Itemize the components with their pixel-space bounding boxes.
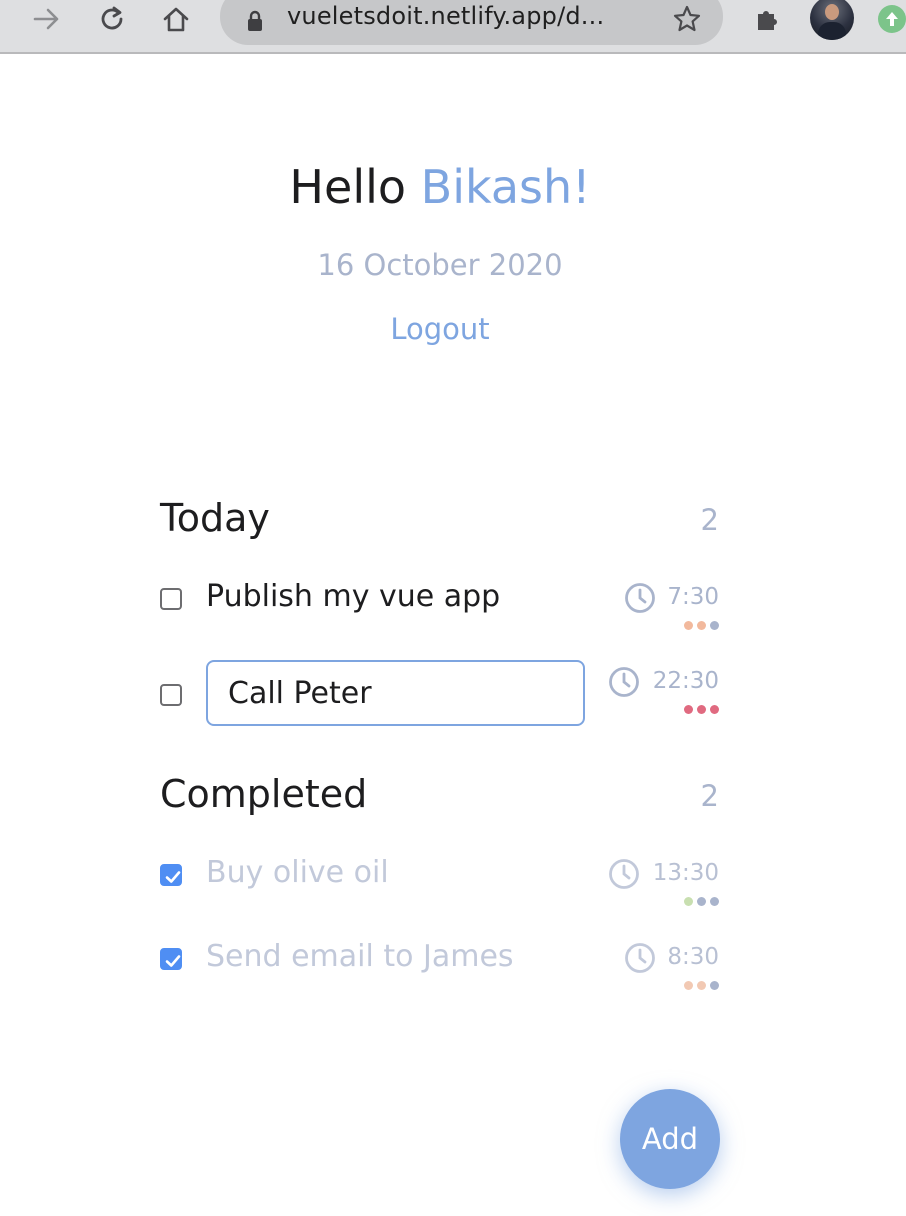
priority-dots-email [684, 981, 719, 990]
completed-task-count: 2 [700, 779, 719, 813]
task-text-olive[interactable]: Buy olive oil [206, 855, 389, 890]
url-text[interactable]: vueletsdoit.netlify.app/d... [287, 2, 604, 30]
add-task-button[interactable]: Add [620, 1089, 720, 1189]
browser-toolbar: vueletsdoit.netlify.app/d... [0, 0, 906, 54]
update-arrow-icon[interactable] [878, 5, 906, 33]
lock-icon [246, 10, 264, 36]
profile-avatar[interactable] [810, 0, 854, 40]
task-checkbox-publish[interactable] [160, 588, 182, 610]
clock-icon [625, 583, 655, 613]
priority-dot [710, 621, 719, 630]
task-checkbox-olive[interactable] [160, 864, 182, 886]
greeting-prefix: Hello [289, 160, 407, 214]
bookmark-star-icon[interactable] [672, 4, 702, 38]
task-checkbox-call[interactable] [160, 684, 182, 706]
priority-dot [710, 897, 719, 906]
priority-dots-call [684, 705, 719, 714]
priority-dot [684, 981, 693, 990]
logout-link[interactable]: Logout [0, 312, 880, 346]
address-bar[interactable]: vueletsdoit.netlify.app/d... [220, 0, 723, 45]
priority-dots-publish [684, 621, 719, 630]
reload-icon[interactable] [95, 2, 129, 36]
task-time-call: 22:30 [652, 668, 719, 694]
priority-dot [710, 705, 719, 714]
task-edit-input-call[interactable] [206, 660, 585, 726]
extensions-puzzle-icon[interactable] [751, 2, 785, 36]
priority-dot [697, 981, 706, 990]
priority-dot [697, 705, 706, 714]
completed-section-title: Completed [160, 772, 368, 816]
user-name: Bikash! [420, 160, 591, 214]
task-text-email[interactable]: Send email to James [206, 939, 514, 974]
priority-dot [684, 621, 693, 630]
task-text-publish[interactable]: Publish my vue app [206, 579, 500, 614]
task-time-olive: 13:30 [652, 860, 719, 886]
task-checkbox-email[interactable] [160, 948, 182, 970]
clock-icon [609, 667, 639, 697]
home-icon[interactable] [159, 2, 193, 36]
clock-icon [609, 859, 639, 889]
greeting-heading: Hello Bikash! [0, 160, 880, 214]
priority-dot [697, 897, 706, 906]
today-task-count: 2 [700, 503, 719, 537]
task-time-email: 8:30 [667, 944, 719, 970]
priority-dot [684, 705, 693, 714]
priority-dot [684, 897, 693, 906]
checkmark-icon [165, 955, 181, 967]
priority-dot [710, 981, 719, 990]
clock-icon [625, 943, 655, 973]
today-section-title: Today [160, 496, 270, 540]
task-time-publish: 7:30 [667, 584, 719, 610]
checkmark-icon [165, 871, 181, 883]
current-date: 16 October 2020 [317, 248, 563, 282]
priority-dot [697, 621, 706, 630]
forward-arrow-icon[interactable] [30, 2, 64, 36]
priority-dots-olive [684, 897, 719, 906]
